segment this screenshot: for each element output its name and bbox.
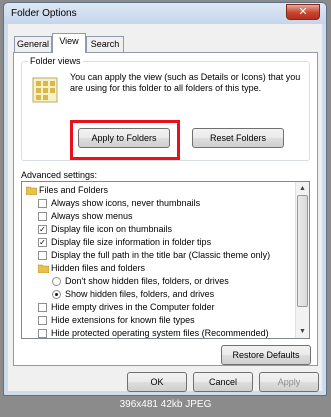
tree-folder-label: Files and Folders [39,185,109,195]
option-label: Display file size information in folder … [51,237,212,247]
option-label: Display file icon on thumbnails [51,224,173,234]
dialog-client-area: General View Search Folder views You can… [8,24,322,392]
folder-icon [26,186,37,195]
folder-views-description: You can apply the view (such as Details … [70,72,301,93]
option-label: Hide empty drives in the Computer folder [51,302,215,312]
advanced-settings-list: Files and Folders Always show icons, nev… [21,181,310,339]
option-label: Always show menus [51,211,133,221]
folder-views-legend: Folder views [28,56,83,66]
title-bar[interactable]: Folder Options ✕ [4,3,326,24]
image-caption: 396x481 42kb JPEG [119,399,212,410]
cancel-button[interactable]: Cancel [193,372,253,392]
folder-icon [38,264,49,273]
close-button[interactable]: ✕ [286,4,320,20]
checkbox-unchecked[interactable] [38,199,47,208]
radio-selected[interactable] [52,290,61,299]
vertical-scrollbar[interactable]: ▲ ▼ [295,182,309,338]
checkbox-unchecked[interactable] [38,251,47,260]
option-label: Don't show hidden files, folders, or dri… [65,276,229,286]
checkbox-checked[interactable]: ✓ [38,238,47,247]
option-label: Display the full path in the title bar (… [51,250,271,260]
checkbox-unchecked[interactable] [38,329,47,338]
option-label: Always show icons, never thumbnails [51,198,201,208]
advanced-settings-label: Advanced settings: [21,170,98,180]
view-tab-panel: Folder views You can apply the view (suc… [13,52,318,366]
folder-views-group: Folder views You can apply the view (suc… [21,56,310,161]
reset-folders-button[interactable]: Reset Folders [192,128,284,148]
checkbox-unchecked[interactable] [38,212,47,221]
scroll-up-arrow-icon[interactable]: ▲ [296,182,309,195]
restore-defaults-button[interactable]: Restore Defaults [221,345,311,365]
checkbox-unchecked[interactable] [38,303,47,312]
option-label: Hide extensions for known file types [51,315,195,325]
checkbox-unchecked[interactable] [38,316,47,325]
scrollbar-thumb[interactable] [297,195,308,307]
ok-button[interactable]: OK [127,372,187,392]
tab-view[interactable]: View [52,33,86,53]
folder-options-dialog: Folder Options ✕ General View Search Fol… [3,2,327,396]
checkbox-checked[interactable]: ✓ [38,225,47,234]
window-title: Folder Options [11,8,77,19]
tree-folder-label: Hidden files and folders [51,263,146,273]
folder-views-icon [32,77,58,103]
tab-general[interactable]: General [14,36,52,52]
annotation-highlight-box [70,120,180,160]
radio-unselected[interactable] [52,277,61,286]
option-label: Show hidden files, folders, and drives [65,289,215,299]
apply-button[interactable]: Apply [259,372,319,392]
scroll-down-arrow-icon[interactable]: ▼ [296,325,309,338]
option-label: Hide protected operating system files (R… [51,328,269,338]
tab-search[interactable]: Search [86,36,124,52]
